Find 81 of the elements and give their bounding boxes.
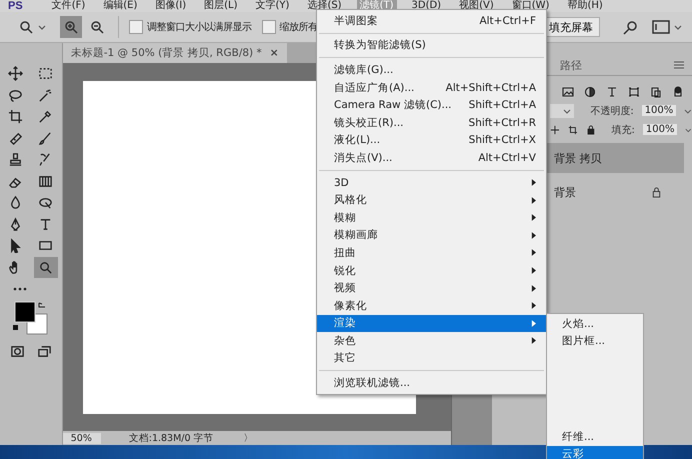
menu-item[interactable]: 云彩 [547,446,643,459]
gradient-icon [38,174,54,189]
crop-icon [8,109,24,124]
menu-item[interactable]: 图片框... [547,333,643,350]
menu-item[interactable]: 3D(D) [408,0,444,12]
menu-item[interactable]: 视频 [317,279,546,297]
checkbox-label[interactable]: 调整窗口大小以满屏显示 [147,20,252,34]
fill-label: 填充: [612,124,635,136]
menu-item[interactable]: 选择(S) [304,0,345,12]
menu-item[interactable]: 转换为智能滤镜(S) [317,36,546,54]
image-filter-icon[interactable] [562,86,574,98]
menu-item[interactable]: 图像(I) [152,0,190,12]
menu-item[interactable]: 浏览联机滤镜... [317,374,546,392]
move-icon[interactable] [550,124,560,136]
document-info: 文档:1.83M/0 字节 [128,432,214,444]
layer-name: 背景 [554,184,576,200]
type-filter-icon[interactable] [606,86,618,98]
caret-icon [563,106,572,114]
shape-filter-icon[interactable] [628,86,640,98]
brush-icon [38,130,54,146]
menu-item[interactable]: 渲染 [317,314,546,332]
zoom-icon [38,260,54,275]
menu-item[interactable]: 镜头校正(R)... Shift+Ctrl+R [317,114,546,132]
menu-item[interactable]: 滤镜库(G)... [317,61,546,79]
menu-item[interactable]: 锐化 [317,262,546,280]
menu-item[interactable]: 模糊画廊 [317,226,546,244]
move-icon [8,66,24,82]
smart-object-filter-icon[interactable] [650,86,662,98]
screen-mode-icon[interactable] [36,344,52,359]
arrow-pointer-icon [8,238,24,254]
marquee-icon [38,66,54,82]
menu-item[interactable]: 图层(L) [201,0,241,12]
dodge-icon [38,195,54,210]
menu-item[interactable]: 编辑(E) [100,0,140,12]
menu-item[interactable]: 纤维... [547,429,643,446]
menu-item[interactable]: 其它 [317,350,546,368]
menu-item[interactable]: 杂色 [317,332,546,350]
blend-mode-dropdown[interactable] [550,104,574,118]
opacity-label: 不透明度: [590,104,634,118]
caret-icon[interactable] [674,23,682,31]
lock-icon[interactable] [586,124,596,136]
zoom-level-field[interactable]: 50% [62,432,101,444]
zoom-icon[interactable] [18,19,34,35]
bandage-icon [8,130,24,146]
zoom-out-icon [89,19,105,35]
caret-icon[interactable] [684,106,692,114]
checkbox[interactable] [262,20,276,34]
menu-icon[interactable] [674,61,684,69]
checkbox-label[interactable]: 缩放所有 [280,20,318,34]
menu-item[interactable]: Camera Raw 滤镜(C)... Shift+Ctrl+A [317,96,546,114]
stamp-icon [8,152,24,168]
document-tab[interactable]: 未标题-1 @ 50% (背景 拷贝, RGB/8) * × [62,43,287,63]
opacity-field[interactable]: 100% [642,105,676,116]
zoom-in-icon [63,19,79,35]
fill-field[interactable]: 100% [642,124,678,135]
close-icon[interactable]: × [270,47,279,59]
quick-mask-icon[interactable] [10,344,25,359]
caret-icon[interactable] [38,23,46,31]
status-arrow[interactable]: 〉 [244,432,254,444]
crop-icon[interactable] [568,124,578,136]
more-tools-icon[interactable] [12,286,28,292]
menu-item[interactable]: 自适应广角(A)... Alt+Shift+Ctrl+A [317,78,546,96]
magic-wand-icon [38,88,54,103]
document-title: 未标题-1 @ 50% (背景 拷贝, RGB/8) * [70,46,262,60]
lasso-icon [8,88,24,103]
menu-item[interactable]: 扭曲 [317,244,546,262]
menu-item[interactable]: 火焰... [547,316,643,333]
layer-name: 背景 拷贝 [554,150,602,166]
menu-item[interactable]: 模糊 [317,208,546,227]
app-logo: PS [8,0,23,12]
menu-item[interactable]: 像素化 [317,296,546,314]
tool-button[interactable] [34,256,58,278]
checkbox[interactable] [129,20,143,34]
panel-tab[interactable]: 路径 [560,58,582,72]
eyedropper-icon [38,109,54,124]
half-circle-icon[interactable] [584,86,596,98]
search-icon[interactable] [622,19,638,35]
zoom-in-button[interactable] [60,16,82,38]
menu-item[interactable]: 帮助(H) [564,0,606,12]
workspace-icon[interactable] [652,20,670,34]
menu-item[interactable]: 视图(V) [456,0,497,12]
